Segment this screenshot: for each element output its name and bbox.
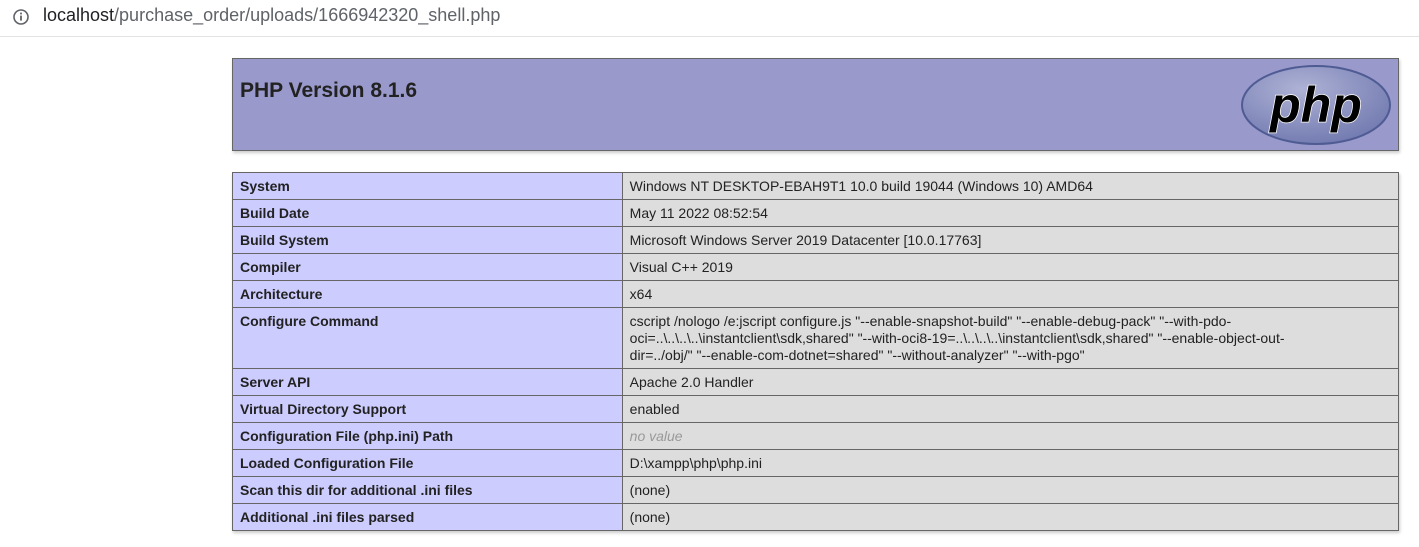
info-icon[interactable] [12, 8, 30, 26]
row-key: Server API [232, 368, 623, 396]
row-key: Architecture [232, 280, 623, 308]
table-row: Loaded Configuration File D:\xampp\php\ph… [232, 449, 1400, 477]
row-value: enabled [621, 395, 1400, 423]
address-bar[interactable]: localhost/purchase_order/uploads/1666942… [0, 0, 1419, 37]
row-value-line: dir=../obj/" "--enable-com-dotnet=shared… [629, 347, 1085, 363]
row-value: D:\xampp\php\php.ini [621, 449, 1400, 477]
row-value: May 11 2022 08:52:54 [621, 199, 1400, 227]
row-value-line: cscript /nologo /e:jscript configure.js … [629, 313, 1232, 329]
row-value: cscript /nologo /e:jscript configure.js … [621, 307, 1400, 369]
row-key: Virtual Directory Support [232, 395, 623, 423]
url-path: /purchase_order/uploads/1666942320_shell… [114, 5, 501, 25]
row-value: Windows NT DESKTOP-EBAH9T1 10.0 build 19… [621, 172, 1400, 200]
row-key: Loaded Configuration File [232, 449, 623, 477]
row-key: Configure Command [232, 307, 623, 369]
row-key: Build Date [232, 199, 623, 227]
row-value: (none) [621, 476, 1400, 504]
php-logo-icon[interactable]: php [1240, 64, 1392, 146]
row-key: Additional .ini files parsed [232, 503, 623, 531]
table-row: Compiler Visual C++ 2019 [232, 253, 1400, 281]
phpinfo-content: PHP Version 8.1.6 php System Windows NT D… [232, 58, 1400, 531]
row-value: Visual C++ 2019 [621, 253, 1400, 281]
row-key: Scan this dir for additional .ini files [232, 476, 623, 504]
table-row: System Windows NT DESKTOP-EBAH9T1 10.0 bu… [232, 172, 1400, 200]
row-key: Configuration File (php.ini) Path [232, 422, 623, 450]
row-value: (none) [621, 503, 1400, 531]
table-row: Configure Command cscript /nologo /e:jscr… [232, 307, 1400, 369]
table-row: Build System Microsoft Windows Server 201… [232, 226, 1400, 254]
no-value-text: no value [629, 428, 683, 444]
table-row: Scan this dir for additional .ini files(… [232, 476, 1400, 504]
url-text[interactable]: localhost/purchase_order/uploads/1666942… [43, 4, 500, 26]
table-row: Server API Apache 2.0 Handler [232, 368, 1400, 396]
page-title: PHP Version 8.1.6 [240, 79, 418, 102]
row-key: System [232, 172, 623, 200]
table-row: Configuration File (php.ini) Path no valu… [232, 422, 1400, 450]
phpinfo-header: PHP Version 8.1.6 php [232, 58, 1399, 151]
php-logo-text: php [1268, 77, 1362, 133]
row-value: Microsoft Windows Server 2019 Datacenter… [621, 226, 1400, 254]
info-table: System Windows NT DESKTOP-EBAH9T1 10.0 bu… [232, 172, 1400, 531]
row-value: x64 [621, 280, 1400, 308]
table-row: Virtual Directory Support enabled [232, 395, 1400, 423]
row-value: no value [621, 422, 1400, 450]
row-value: Apache 2.0 Handler [621, 368, 1400, 396]
url-host: localhost [43, 5, 115, 25]
row-value-line: oci=..\..\..\..\instantclient\sdk,shared… [629, 330, 1285, 346]
row-key: Build System [232, 226, 623, 254]
table-row: Additional .ini files parsed (none) [232, 503, 1400, 531]
table-row: Architecture x64 [232, 280, 1400, 308]
row-key: Compiler [232, 253, 623, 281]
table-row: Build Date May 11 2022 08:52:54 [232, 199, 1400, 227]
